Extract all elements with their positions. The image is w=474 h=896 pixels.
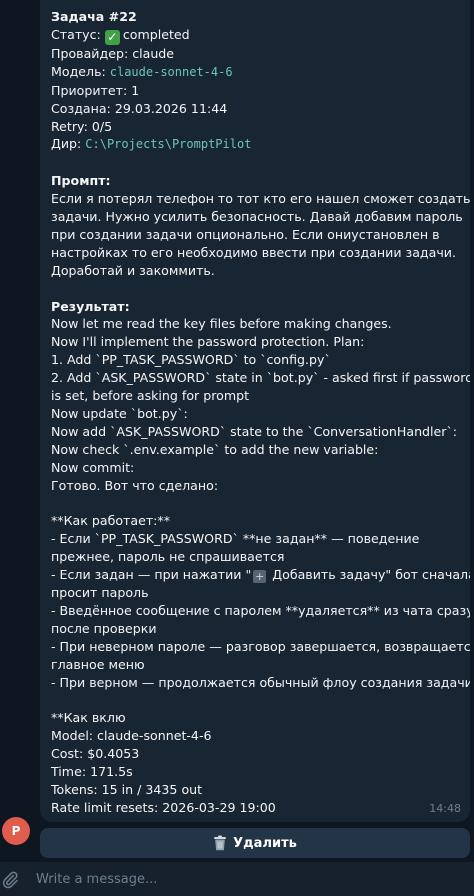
model-label: Модель: [51, 63, 110, 79]
dir-value[interactable]: C:\Projects\PromptPilot [85, 137, 251, 151]
stats-line: Model: claude-sonnet-4-6 [51, 728, 212, 744]
add-task-line: - Если задан — при нажатии " + Добавить з… [51, 566, 470, 584]
prompt-line: Если я потерял телефон то тот кто его на… [51, 191, 470, 207]
result-heading: Результат: [51, 298, 130, 314]
created-line: Создана: 29.03.2026 11:44 [51, 100, 228, 116]
avatar[interactable]: P [2, 817, 30, 845]
message-time: 14:48 [429, 802, 461, 816]
how-line: главное меню [51, 656, 145, 672]
status-line: Статус: ✓ completed [51, 26, 459, 45]
result-line: 2. Add `ASK_PASSWORD` state in `bot.py` … [51, 370, 470, 386]
model-value[interactable]: claude-sonnet-4-6 [110, 65, 233, 79]
priority-line: Приоритет: 1 [51, 82, 140, 98]
result-line: Now commit: [51, 459, 135, 475]
result-line: Now let me read the key files before mak… [51, 316, 392, 332]
how-line: просит пароль [51, 585, 149, 601]
status-value: completed [122, 26, 190, 42]
stats-line: Rate limit resets: 2026-03-29 19:00 [51, 799, 276, 815]
how-line: - При неверном пароле — разговор заверша… [51, 638, 470, 654]
add-task-suffix: Добавить задачу" бот сначала [268, 567, 470, 583]
retry-line: Retry: 0/5 [51, 118, 113, 134]
result-line: Now update `bot.py`: [51, 406, 188, 421]
prompt-line: Доработай и закоммить. [51, 262, 215, 278]
provider-line: Провайдер: claude [51, 45, 175, 61]
message-composer [0, 862, 474, 896]
result-line: Now add `ASK_PASSWORD` state to the `Con… [51, 423, 458, 439]
how-line: - Введённое сообщение с паролем **удаляе… [51, 602, 470, 618]
how-line: после проверки [51, 620, 157, 636]
plus-icon: + [253, 570, 267, 584]
status-label: Статус: [51, 26, 105, 42]
result-line: Now I'll implement the password protecti… [51, 334, 365, 350]
prompt-line: задачи. Нужно усилить безопасность. Дава… [51, 209, 463, 225]
delete-button-label: Удалить [233, 835, 297, 851]
dir-line: Дир: C:\Projects\PromptPilot [51, 135, 459, 154]
model-line: Модель: claude-sonnet-4-6 [51, 63, 459, 82]
result-line: 1. Add `PP_TASK_PASSWORD` to `config.py` [51, 352, 331, 368]
how-line: - Если `PP_TASK_PASSWORD` **не задан** —… [51, 531, 420, 547]
task-title: Задача #22 [51, 9, 137, 24]
trash-icon [213, 835, 227, 851]
paperclip-icon[interactable] [0, 869, 20, 889]
add-task-prefix: - Если задан — при нажатии " [51, 567, 252, 583]
prompt-line: настройках то его необходимо ввести при … [51, 244, 456, 260]
result-line: is set, before asking for prompt [51, 388, 250, 404]
stats-line: Cost: $0.4053 [51, 746, 140, 762]
how-heading: **Как работает:** [51, 513, 171, 529]
message-input[interactable] [34, 870, 474, 888]
message-bubble: Задача #22 Статус: ✓ completed Провайдер:… [40, 0, 470, 822]
how-line: прежнее, пароль не спрашивается [51, 549, 285, 565]
check-mark-icon: ✓ [104, 29, 120, 45]
result-line: Готово. Вот что сделано: [51, 477, 219, 493]
prompt-line: при создании задачи опционально. Если он… [51, 226, 440, 242]
prompt-heading: Промпт: [51, 173, 111, 189]
stats-line: Tokens: 15 in / 3435 out [51, 782, 203, 797]
how-include-heading: **Как вклю [51, 710, 126, 726]
result-line: Now check `.env.example` to add the new … [51, 441, 379, 457]
dir-label: Дир: [51, 136, 86, 152]
delete-button[interactable]: Удалить [40, 828, 470, 858]
stats-line: Time: 171.5s [51, 764, 133, 780]
how-line: - При верном — продолжается обычный флоу… [51, 674, 470, 690]
